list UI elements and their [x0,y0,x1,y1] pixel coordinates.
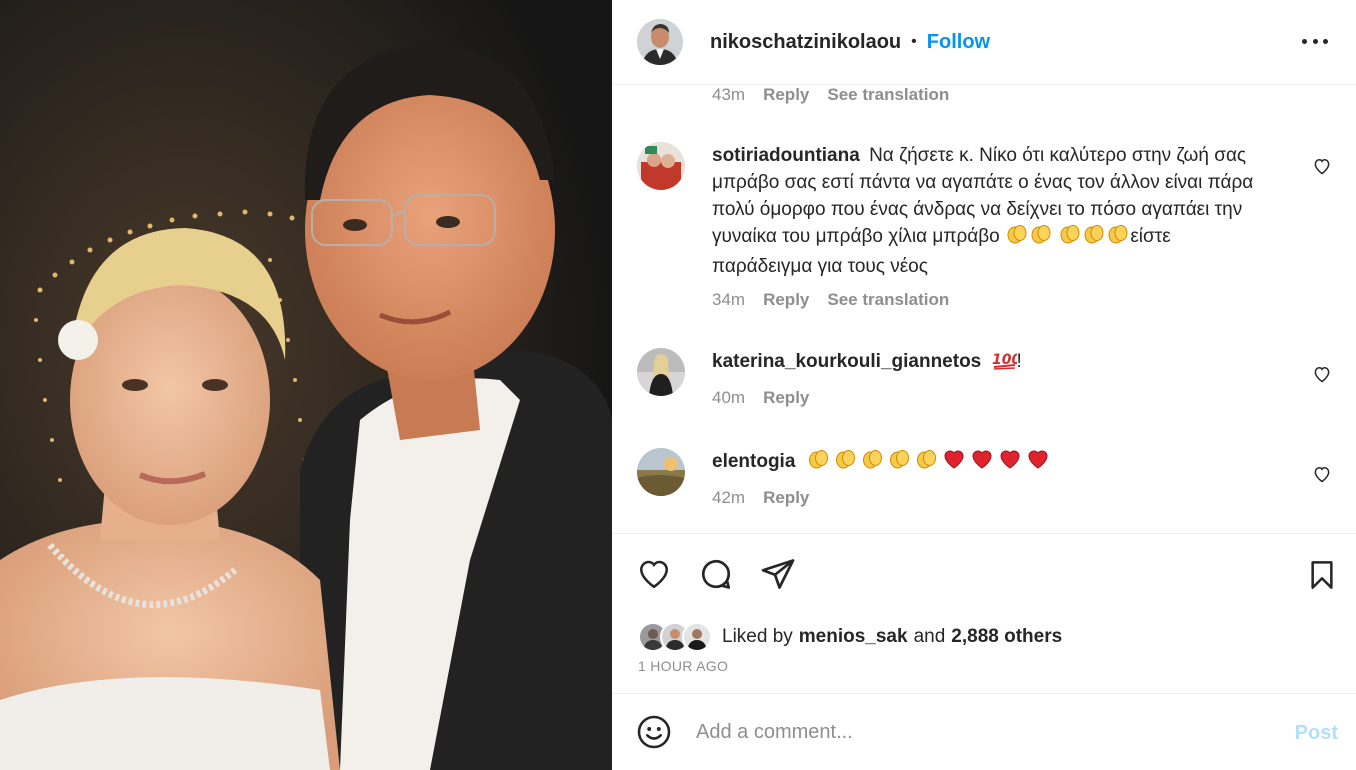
commenter-avatar[interactable] [637,142,685,190]
liked-by-label: Liked by [722,626,793,647]
comment-time: 42m [712,488,746,507]
comment-text: elentogia [712,448,1272,478]
likes-others-count[interactable]: 2,888 others [951,626,1062,648]
commenter-username[interactable]: elentogia [712,451,795,472]
photo-illustration [0,0,612,770]
more-options-icon[interactable] [1302,28,1328,54]
comment-meta: 34m Reply See translation [712,290,1272,310]
reply-button[interactable]: Reply [763,290,809,310]
red-heart-icon [968,448,996,478]
dot-2 [1312,38,1318,44]
post-actions: Liked by menios_sak and 2,888 others 1 H… [612,533,1356,693]
post-header: nikoschatzinikolaou • Follow [612,0,1356,85]
reply-button[interactable]: Reply [763,488,809,508]
follow-button[interactable]: Follow [927,31,990,54]
red-heart-icon [1024,448,1052,478]
comments-list[interactable]: 43m Reply See translation sotiriadountia… [612,86,1356,533]
like-comment-heart-icon[interactable] [1312,156,1332,176]
commenter-username[interactable]: sotiriadountiana [712,145,860,166]
like-comment-heart-icon[interactable] [1312,364,1332,384]
author-username[interactable]: nikoschatzinikolaou [710,31,901,54]
see-translation-button[interactable]: See translation [827,290,949,310]
emoji-picker-icon[interactable] [636,714,672,750]
add-comment-bar: Post [612,693,1356,770]
commenter-username[interactable]: katerina_kourkouli_giannetos [712,351,981,372]
post-side-panel: nikoschatzinikolaou • Follow 43m Reply S… [612,0,1356,770]
first-liker-username[interactable]: menios_sak [799,626,908,648]
comment-body: sotiriadountiana Να ζήσετε κ. Νίκο ότι κ… [712,142,1272,310]
post-comment-button[interactable]: Post [1295,722,1338,745]
clapping-hands-icon [1058,223,1082,253]
clapping-hands-icon [886,448,913,478]
like-heart-icon[interactable] [636,556,672,592]
liker-avatar [682,622,712,652]
action-icons [636,556,796,592]
red-heart-icon [996,448,1024,478]
commenter-avatar[interactable] [637,348,685,396]
post-photo[interactable] [0,0,612,770]
comment-input[interactable] [696,720,1266,744]
clapping-hands-icon [805,448,832,478]
post-timestamp[interactable]: 1 HOUR AGO [638,658,728,674]
like-comment-heart-icon[interactable] [1312,464,1332,484]
dot-3 [1323,38,1328,44]
comment-body: katerina_kourkouli_giannetos 100! 40m Re… [712,348,1272,408]
comment-text-suffix: ! [1016,351,1022,372]
comment-time: 40m [712,388,746,407]
comment-text: sotiriadountiana Να ζήσετε κ. Νίκο ότι κ… [712,142,1272,280]
separator-dot: • [911,33,917,50]
comment-meta: 42m Reply [712,488,1272,508]
dot-1 [1302,38,1307,44]
clapping-hands-icon [832,448,859,478]
clapping-hands-icon [1106,223,1130,253]
clapping-hands-icon [1082,223,1106,253]
comment-text-line-1: Να ζήσετε κ. Νίκο ότι καλύτερο στην ζωή [869,145,1209,166]
likes-and-label: and [913,626,946,647]
reply-button[interactable]: Reply [763,388,809,408]
likes-summary: Liked by menios_sak and 2,888 others [638,622,1062,652]
clapping-hands-icon [913,448,940,478]
comment-bubble-icon[interactable] [698,556,734,592]
clapping-hands-icon [859,448,886,478]
previous-comment-meta: 43m Reply See translation [712,86,949,106]
comment-time: 34m [712,290,746,309]
red-heart-icon [940,448,968,478]
comment-body: elentogia 42m Reply [712,448,1272,508]
see-translation-button[interactable]: See translation [827,86,949,105]
save-bookmark-icon[interactable] [1306,558,1338,592]
clapping-hands-icon [1029,223,1053,253]
hundred-points-icon: 100 [991,348,1021,378]
comment-text: katerina_kourkouli_giannetos 100! [712,348,1272,378]
clapping-hands-icon [1005,223,1029,253]
share-paper-plane-icon[interactable] [760,556,796,592]
author-avatar[interactable] [637,19,683,65]
comment-time: 43m [712,86,746,104]
comment-meta: 40m Reply [712,388,1272,408]
liker-avatars[interactable] [638,622,712,652]
reply-button[interactable]: Reply [763,86,809,105]
commenter-avatar[interactable] [637,448,685,496]
